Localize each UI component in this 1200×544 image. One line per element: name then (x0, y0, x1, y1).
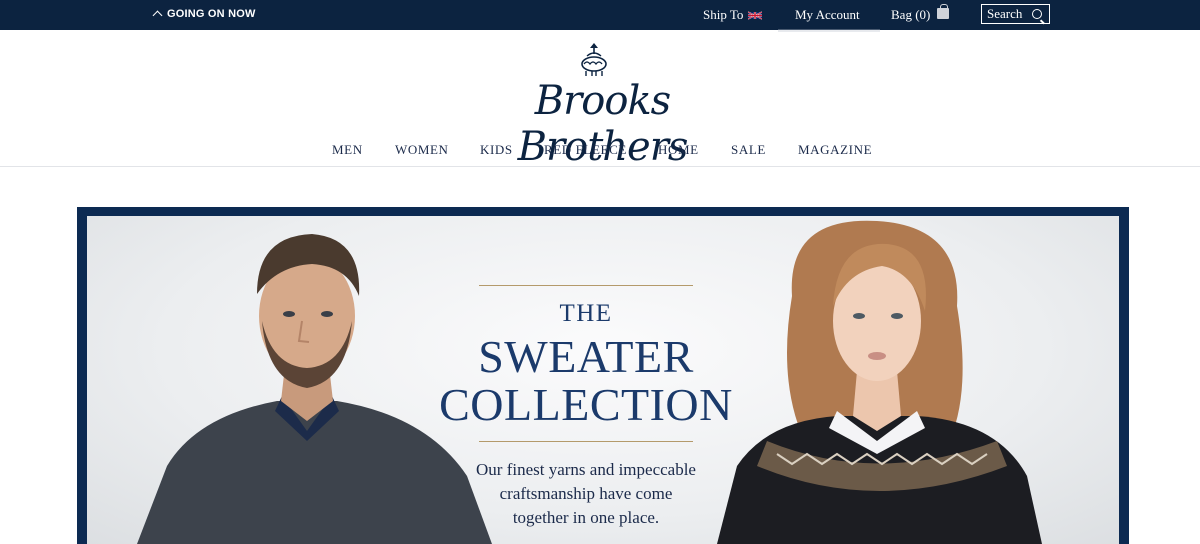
brand-logo[interactable]: Brooks Brothers (450, 42, 755, 170)
going-on-now-link[interactable]: GOING ON NOW (152, 8, 256, 21)
bag-label: Bag (0) (891, 7, 931, 22)
hero-text-block: THE SWEATER COLLECTION Our finest yarns … (417, 216, 747, 544)
hero-top-rule (479, 285, 693, 286)
caret-up-icon (152, 10, 163, 21)
hero-tagline: Our finest yarns and impeccable craftsma… (417, 458, 755, 530)
nav-item-red-fleece[interactable]: RED FLEECE (544, 142, 627, 158)
hero-tagline-line2: craftsmanship have come (499, 484, 673, 503)
hero-banner[interactable]: THE SWEATER COLLECTION Our finest yarns … (87, 216, 1119, 544)
hero-bottom-rule (479, 441, 693, 442)
search-icon[interactable] (1032, 9, 1042, 19)
search-label: Search (987, 6, 1023, 21)
uk-flag-icon (748, 10, 763, 20)
my-account-link[interactable]: My Account (795, 7, 860, 23)
ship-to-link[interactable]: Ship To (703, 7, 763, 23)
hero-title-line1: SWEATER (478, 331, 694, 382)
nav-item-magazine[interactable]: MAGAZINE (798, 142, 872, 158)
nav-item-kids[interactable]: KIDS (480, 142, 513, 158)
top-utility-bar: GOING ON NOW Ship To My Account Bag (0) … (0, 0, 1200, 30)
hero-tagline-line1: Our finest yarns and impeccable (476, 460, 696, 479)
nav-divider (0, 166, 1200, 167)
account-hover-indicator (778, 29, 880, 32)
nav-item-home[interactable]: HOME (658, 142, 699, 158)
hero-eyebrow: THE (559, 300, 613, 327)
search-input[interactable]: Search (981, 4, 1050, 24)
nav-item-sale[interactable]: SALE (731, 142, 766, 158)
nav-item-women[interactable]: WOMEN (395, 142, 449, 158)
going-on-now-label: GOING ON NOW (167, 8, 256, 20)
hero-woman-image (717, 220, 1042, 544)
golden-fleece-logo-icon (581, 43, 607, 76)
ship-to-label: Ship To (703, 7, 744, 22)
main-navigation: MEN WOMEN KIDS RED FLEECE HOME SALE MAGA… (0, 142, 1200, 158)
shopping-bag-link[interactable]: Bag (0) (891, 4, 950, 23)
my-account-label: My Account (795, 7, 860, 22)
hero-title-line2: COLLECTION (439, 379, 733, 430)
hero-tagline-line3: together in one place. (512, 508, 660, 527)
shopping-bag-icon (937, 4, 950, 19)
nav-item-men[interactable]: MEN (332, 142, 363, 158)
